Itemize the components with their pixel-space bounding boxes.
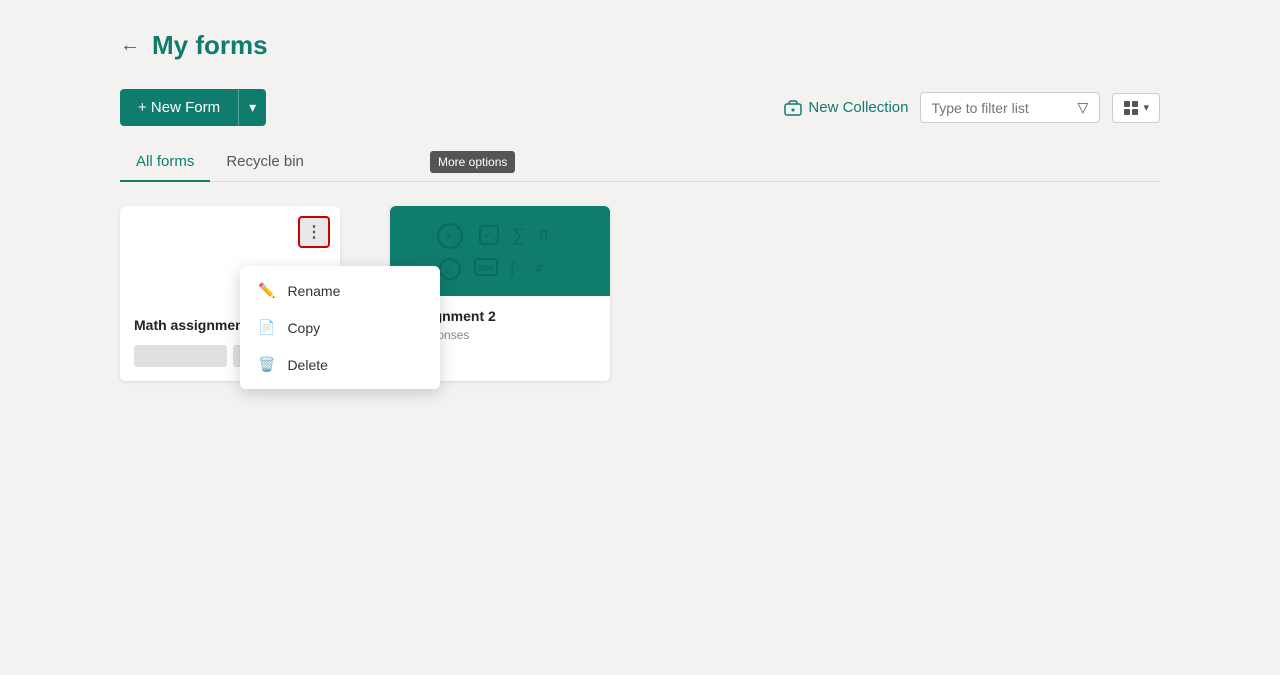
delete-icon: 🗑️ <box>258 356 275 373</box>
more-options-button[interactable]: ⋮ <box>298 216 330 248</box>
svg-text:∑: ∑ <box>512 225 525 245</box>
context-menu-copy[interactable]: 📄 Copy <box>240 309 440 346</box>
page-header: ← My forms <box>120 30 1160 61</box>
filter-input[interactable] <box>931 100 1071 116</box>
svg-text:✓: ✓ <box>483 230 492 242</box>
filter-icon: ▽ <box>1077 99 1088 116</box>
context-menu: ✏️ Rename 📄 Copy 🗑️ Delete <box>240 266 440 389</box>
new-collection-button[interactable]: New Collection <box>784 99 908 117</box>
context-menu-rename[interactable]: ✏️ Rename <box>240 272 440 309</box>
top-actions: New Collection ▽ ▾ <box>120 92 1160 123</box>
new-form-dropdown-button[interactable]: ▾ <box>238 89 266 126</box>
svg-text:π: π <box>538 226 549 243</box>
tab-recycle-bin[interactable]: Recycle bin <box>210 143 320 182</box>
new-form-button[interactable]: + New Form <box>120 89 238 126</box>
delete-label: Delete <box>287 357 327 373</box>
dropdown-arrow-icon: ▾ <box>249 99 256 116</box>
svg-text:÷: ÷ <box>444 263 451 277</box>
tabs-row: All forms Recycle bin More options <box>120 143 1160 182</box>
back-button[interactable]: ← <box>120 34 140 57</box>
rename-label: Rename <box>287 283 340 299</box>
collection-sub-1 <box>134 345 227 367</box>
view-toggle-button[interactable]: ▾ <box>1112 93 1160 123</box>
copy-label: Copy <box>287 320 320 336</box>
collection-icon <box>784 99 802 117</box>
view-toggle-arrow: ▾ <box>1143 101 1149 114</box>
tab-all-forms[interactable]: All forms <box>120 143 210 182</box>
form-thumbnail-icon: + ✓ ∑ π ÷ abc ∫ ≠ <box>420 211 580 291</box>
grid-view-icon <box>1123 100 1139 116</box>
svg-text:abc: abc <box>478 263 494 274</box>
svg-text:≠: ≠ <box>535 260 543 276</box>
copy-icon: 📄 <box>258 319 275 336</box>
page-title: My forms <box>152 30 268 61</box>
svg-text:∫: ∫ <box>509 260 516 277</box>
filter-input-wrap[interactable]: ▽ <box>920 92 1100 123</box>
more-options-tooltip: More options <box>430 151 515 173</box>
svg-text:+: + <box>444 228 452 244</box>
cards-area: ⋮ Math assignments ✏️ Rename 📄 Copy 🗑️ <box>120 206 1160 381</box>
context-menu-delete[interactable]: 🗑️ Delete <box>240 346 440 383</box>
rename-icon: ✏️ <box>258 282 275 299</box>
